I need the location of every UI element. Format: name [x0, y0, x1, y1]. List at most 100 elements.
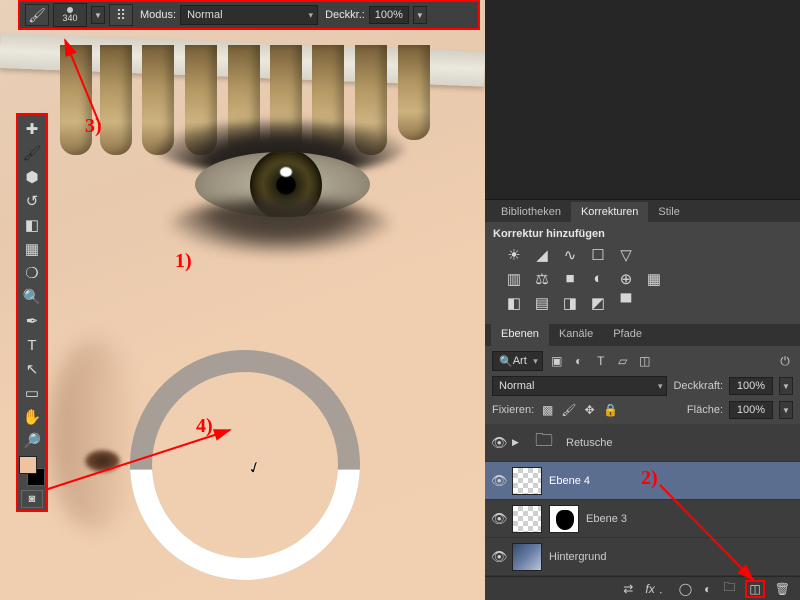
visibility-toggle[interactable]: 👁	[491, 511, 505, 527]
filter-adjust-icon[interactable]: ◐	[571, 353, 587, 369]
delete-layer-icon[interactable]: 🗑	[775, 582, 790, 596]
layer-fill-input[interactable]: 100%	[729, 401, 773, 419]
layer-row-background[interactable]: 👁 Hintergrund	[485, 538, 800, 576]
history-brush-tool[interactable]: ↺	[19, 189, 45, 213]
adj-brightness-icon[interactable]: ☀	[505, 246, 523, 264]
layer-opacity-input[interactable]: 100%	[729, 377, 773, 395]
filter-smart-icon[interactable]: ◫	[637, 353, 653, 369]
tab-styles[interactable]: Stile	[648, 202, 689, 222]
tab-channels[interactable]: Kanäle	[549, 324, 603, 346]
layer-name: Hintergrund	[549, 551, 606, 563]
layer-thumbnail[interactable]	[512, 505, 542, 533]
foreground-color-swatch[interactable]	[19, 456, 37, 474]
tool-preset-picker[interactable]: 🖌	[25, 4, 49, 26]
layer-mask-thumbnail[interactable]	[549, 505, 579, 533]
adj-balance-icon[interactable]: ⚖	[533, 270, 551, 288]
tab-adjustments[interactable]: Korrekturen	[571, 202, 648, 222]
adj-threshold-icon[interactable]: ◨	[561, 294, 579, 312]
tab-paths[interactable]: Pfade	[603, 324, 652, 346]
right-panel-dock: Bibliotheken Korrekturen Stile Korrektur…	[485, 0, 800, 600]
layer-filter-kind[interactable]: 🔍 Art	[492, 351, 543, 371]
color-picker-hud[interactable]: ✓	[130, 350, 360, 580]
lock-transparency-icon[interactable]: ▩	[540, 403, 555, 417]
photo-region	[50, 340, 140, 530]
dodge-tool[interactable]: 🔍	[19, 285, 45, 309]
tab-layers[interactable]: Ebenen	[491, 324, 549, 346]
opacity-input[interactable]: 100%	[369, 6, 409, 24]
layer-fx-icon[interactable]: fx﹒	[645, 580, 666, 597]
adj-vibrance-icon[interactable]: ▽	[617, 246, 635, 264]
layer-thumbnail[interactable]	[512, 543, 542, 571]
collapsed-panel-area	[485, 0, 800, 200]
adj-gradient-map-icon[interactable]: ▀	[617, 294, 635, 312]
adj-photo-filter-icon[interactable]: ◐	[589, 270, 607, 288]
type-tool[interactable]: T	[19, 333, 45, 357]
brush-tool[interactable]: 🖌	[19, 141, 45, 165]
healing-brush-tool[interactable]: ✚	[19, 117, 45, 141]
hand-tool[interactable]: ✋	[19, 405, 45, 429]
add-adjustment-label: Korrektur hinzufügen	[493, 228, 792, 240]
adj-hue-icon[interactable]: ▥	[505, 270, 523, 288]
layer-fill-label: Fläche:	[687, 404, 723, 416]
new-layer-icon[interactable]: ◫	[747, 582, 762, 596]
path-selection-tool[interactable]: ↖	[19, 357, 45, 381]
layer-thumbnail[interactable]	[512, 467, 542, 495]
visibility-toggle[interactable]: 👁	[491, 473, 505, 489]
gradient-tool[interactable]: ▦	[19, 237, 45, 261]
adj-channel-mixer-icon[interactable]: ⊕	[617, 270, 635, 288]
blur-tool[interactable]: ❍	[19, 261, 45, 285]
annotation-2: 2)	[641, 467, 658, 490]
brush-preset-picker[interactable]: 340	[53, 3, 87, 27]
layer-name: Ebene 4	[549, 475, 590, 487]
layer-opacity-caret[interactable]: ▼	[779, 377, 793, 395]
document-canvas[interactable]: ✓	[0, 0, 485, 600]
color-swatches[interactable]	[19, 456, 45, 486]
link-layers-icon[interactable]: ⇄	[623, 582, 633, 596]
opacity-caret[interactable]: ▼	[413, 6, 427, 24]
adjustments-panel-tabs: Bibliotheken Korrekturen Stile	[485, 200, 800, 222]
layer-blend-mode[interactable]: Normal	[492, 376, 667, 396]
adjustments-panel: Korrektur hinzufügen ☀ ◢ ∿ ☐ ▽ ▥ ⚖ ■ ◐ ⊕…	[485, 222, 800, 324]
tab-libraries[interactable]: Bibliotheken	[491, 202, 571, 222]
adj-lookup-icon[interactable]: ▦	[645, 270, 663, 288]
adj-posterize-icon[interactable]: ▤	[533, 294, 551, 312]
adj-bw-icon[interactable]: ■	[561, 270, 579, 288]
lock-position-icon[interactable]: ✥	[582, 403, 597, 417]
lock-all-icon[interactable]: 🔒	[603, 403, 618, 417]
visibility-toggle[interactable]: 👁	[491, 549, 505, 565]
blend-mode-select[interactable]: Normal	[180, 5, 318, 25]
add-mask-icon[interactable]: ◯	[679, 582, 692, 596]
layer-list: 👁 ▶ 🗀 Retusche 👁 Ebene 4 👁 Ebene 3 👁 Hin…	[485, 424, 800, 576]
layer-fill-caret[interactable]: ▼	[779, 401, 793, 419]
clone-stamp-tool[interactable]: ⬢	[19, 165, 45, 189]
options-bar: 🖌 340 ▼ ⠿ Modus: Normal Deckkr.: 100% ▼	[18, 0, 480, 30]
disclosure-icon[interactable]: ▶	[512, 437, 522, 448]
adj-levels-icon[interactable]: ◢	[533, 246, 551, 264]
photo-region	[155, 120, 415, 250]
new-fill-adjust-icon[interactable]: ◐	[704, 582, 711, 596]
brush-panel-toggle[interactable]: ⠿	[109, 4, 133, 26]
adj-exposure-icon[interactable]: ☐	[589, 246, 607, 264]
filter-type-icon[interactable]: T	[593, 353, 609, 369]
lock-pixels-icon[interactable]: 🖌	[561, 403, 576, 417]
zoom-tool[interactable]: 🔎	[19, 429, 45, 453]
layer-row[interactable]: 👁 Ebene 3	[485, 500, 800, 538]
layer-group-row[interactable]: 👁 ▶ 🗀 Retusche	[485, 424, 800, 462]
tool-palette: ✚ 🖌 ⬢ ↺ ◧ ▦ ❍ 🔍 ✒ T ↖ ▭ ✋ 🔎 ◙	[16, 113, 48, 512]
adj-selective-icon[interactable]: ◩	[589, 294, 607, 312]
new-group-icon[interactable]: 🗀	[723, 578, 735, 599]
rectangle-tool[interactable]: ▭	[19, 381, 45, 405]
visibility-toggle[interactable]: 👁	[491, 435, 505, 451]
pen-tool[interactable]: ✒	[19, 309, 45, 333]
brush-preset-caret[interactable]: ▼	[91, 6, 105, 24]
filter-shape-icon[interactable]: ▱	[615, 353, 631, 369]
adj-invert-icon[interactable]: ◧	[505, 294, 523, 312]
quick-mask-toggle[interactable]: ◙	[21, 490, 43, 508]
eraser-tool[interactable]: ◧	[19, 213, 45, 237]
adj-curves-icon[interactable]: ∿	[561, 246, 579, 264]
layers-panel: Ebenen Kanäle Pfade 🔍 Art ▣ ◐ T ▱ ◫ ⏻ No…	[485, 324, 800, 600]
photo-region	[85, 450, 120, 472]
filter-pixel-icon[interactable]: ▣	[549, 353, 565, 369]
mode-label: Modus:	[140, 9, 176, 21]
filter-toggle-icon[interactable]: ⏻	[777, 353, 793, 369]
